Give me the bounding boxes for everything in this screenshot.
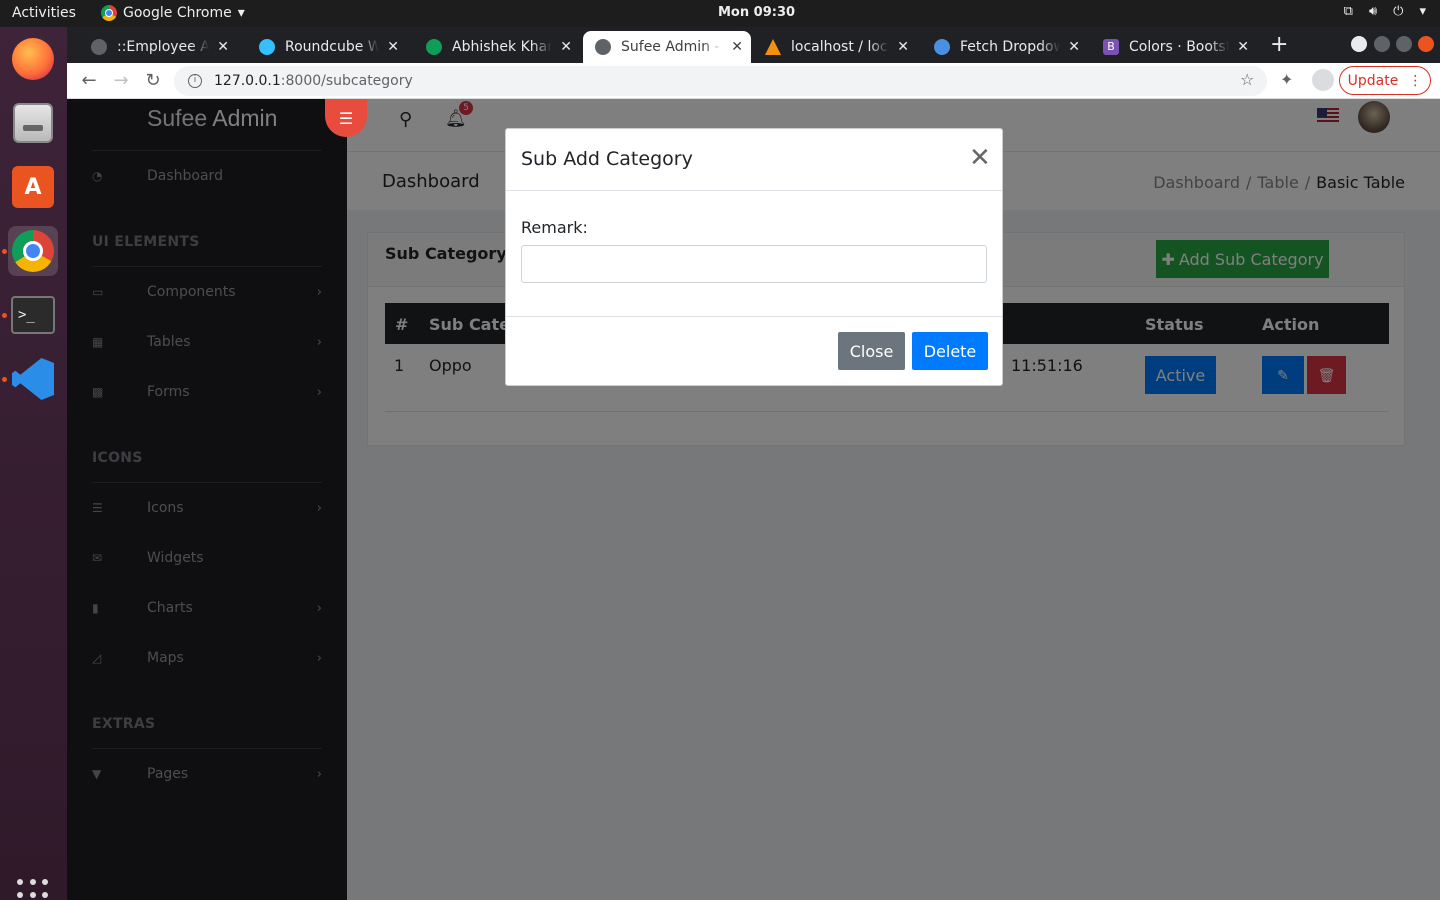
dock-chrome[interactable] — [8, 226, 58, 276]
delete-confirm-button[interactable]: Delete — [912, 332, 988, 370]
firefox-icon — [12, 38, 54, 80]
site-icon — [426, 39, 442, 55]
globe-icon — [595, 39, 611, 55]
reload-button[interactable]: ↻ — [141, 69, 165, 93]
dock-files[interactable] — [8, 98, 58, 148]
modal-header: Sub Add Category ✕ — [506, 129, 1002, 191]
close-icon[interactable]: ✕ — [217, 39, 229, 55]
dock-software[interactable]: A — [8, 162, 58, 212]
chevron-down-icon: ▾ — [237, 5, 245, 21]
maximize-button[interactable] — [1396, 36, 1412, 52]
tab-strip: ::Employee Adm ✕ Roundcube We ✕ Abhishek… — [67, 27, 1440, 63]
vscode-icon — [12, 358, 54, 400]
app-menu[interactable]: Google Chrome ▾ — [101, 5, 245, 21]
chrome-icon — [101, 5, 117, 21]
window-controls — [1374, 36, 1434, 52]
profile-avatar[interactable] — [1312, 69, 1334, 91]
pen-icon — [934, 39, 950, 55]
tab-fetch-dropdown[interactable]: Fetch Dropdow ✕ — [922, 31, 1088, 63]
minimize-button[interactable] — [1374, 36, 1390, 52]
tab-phpmyadmin[interactable]: localhost / loca ✕ — [753, 31, 917, 63]
info-icon[interactable]: i — [188, 74, 202, 88]
running-indicator — [2, 249, 7, 254]
close-icon[interactable]: ✕ — [1068, 39, 1080, 55]
bootstrap-icon: B — [1103, 39, 1119, 55]
tab-sufee-admin[interactable]: Sufee Admin - H ✕ — [583, 31, 751, 63]
tab-employee-admin[interactable]: ::Employee Adm ✕ — [79, 31, 237, 63]
close-icon[interactable]: ✕ — [560, 39, 572, 55]
remark-input[interactable] — [521, 245, 987, 283]
running-indicator — [2, 377, 7, 382]
remark-label: Remark: — [521, 218, 588, 237]
new-tab-button[interactable]: + — [1270, 32, 1288, 57]
window-close-button[interactable] — [1418, 36, 1434, 52]
software-center-icon: A — [12, 166, 54, 208]
dock: A >_ — [0, 27, 67, 900]
chrome-icon — [12, 230, 54, 272]
sub-category-modal: Sub Add Category ✕ Remark: Close Delete — [505, 128, 1003, 386]
chevron-down-icon: ▾ — [1419, 4, 1426, 19]
tab-roundcube[interactable]: Roundcube We ✕ — [247, 31, 407, 63]
more-vert-icon: ⋮ — [1408, 72, 1423, 89]
phpmyadmin-icon — [765, 39, 781, 55]
modal-title: Sub Add Category — [521, 148, 693, 170]
extensions-icon[interactable]: ✦ — [1280, 70, 1293, 89]
system-tray[interactable]: ⧉ 🔊︎ ⏻ ▾ — [1344, 4, 1426, 19]
close-icon[interactable]: ✕ — [1237, 39, 1249, 55]
update-button[interactable]: Update ⋮ — [1339, 66, 1431, 95]
terminal-icon: >_ — [11, 296, 55, 334]
address-bar[interactable]: i 127.0.0.1:8000/subcategory — [174, 66, 1267, 96]
tab-abhishek[interactable]: Abhishek Khan ✕ — [414, 31, 580, 63]
forward-button[interactable]: → — [109, 69, 133, 93]
modal-footer-divider — [506, 316, 1002, 317]
tab-bootstrap-colors[interactable]: B Colors · Bootst ✕ — [1091, 31, 1257, 63]
globe-icon — [91, 39, 107, 55]
files-icon — [13, 103, 53, 143]
close-icon[interactable]: ✕ — [731, 39, 743, 55]
show-applications-icon[interactable] — [17, 879, 49, 900]
roundcube-icon — [259, 39, 275, 55]
system-top-bar: Activities Google Chrome ▾ Mon 09:30 ⧉ 🔊… — [0, 0, 1440, 27]
back-button[interactable]: ← — [77, 69, 101, 93]
bookmark-star-icon[interactable]: ☆ — [1240, 70, 1254, 89]
close-icon[interactable]: ✕ — [897, 39, 909, 55]
dock-vscode[interactable] — [8, 354, 58, 404]
tab-search-button[interactable] — [1351, 36, 1367, 52]
running-indicator — [2, 313, 7, 318]
network-icon: ⧉ — [1343, 4, 1353, 19]
power-icon: ⏻ — [1393, 4, 1404, 19]
activities-button[interactable]: Activities — [12, 5, 76, 21]
close-icon[interactable]: ✕ — [387, 39, 399, 55]
volume-icon: 🔊︎ — [1368, 4, 1378, 19]
browser-toolbar: ← → ↻ i 127.0.0.1:8000/subcategory ☆ ✦ U… — [67, 63, 1440, 99]
dock-firefox[interactable] — [8, 34, 58, 84]
dock-terminal[interactable]: >_ — [8, 290, 58, 340]
close-button[interactable]: Close — [838, 332, 905, 370]
close-icon[interactable]: ✕ — [969, 145, 991, 171]
app-name: Google Chrome — [123, 5, 232, 21]
clock[interactable]: Mon 09:30 — [718, 5, 795, 20]
